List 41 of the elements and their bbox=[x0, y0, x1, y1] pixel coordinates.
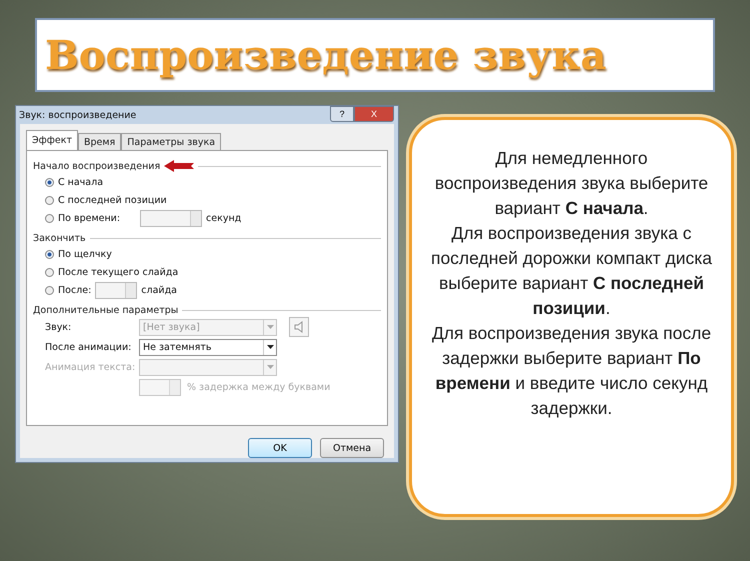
radio-button[interactable] bbox=[45, 178, 54, 186]
option-label: С последней позиции bbox=[58, 194, 167, 206]
group-label: Закончить bbox=[33, 232, 86, 244]
radio-button[interactable] bbox=[45, 286, 54, 294]
dialog-button[interactable]: Отмена bbox=[320, 438, 384, 458]
spin-field[interactable] bbox=[95, 282, 138, 298]
field-label: Анимация текста: bbox=[45, 362, 133, 372]
option-label: После: bbox=[58, 284, 92, 296]
spin-field[interactable] bbox=[140, 210, 202, 226]
dialog-button[interactable]: OK bbox=[248, 438, 312, 458]
group-label: Дополнительные параметры bbox=[33, 304, 178, 316]
slide-title: Воспроизведение звука bbox=[45, 32, 606, 78]
caret-icon bbox=[266, 325, 274, 329]
field-label: После анимации: bbox=[45, 342, 132, 352]
window-title: Звук: воспроизведение bbox=[19, 109, 136, 121]
note-paragraph: Для немедленного воспроизведения звука выберите вариант С начала. bbox=[434, 147, 710, 220]
radio-button[interactable] bbox=[45, 196, 54, 204]
radio-button[interactable] bbox=[45, 250, 54, 258]
option-label: После текущего слайда bbox=[58, 266, 178, 278]
option-label: По времени: bbox=[58, 212, 120, 224]
dropdown-field[interactable]: Не затемнять bbox=[139, 338, 277, 356]
option-label: По щелчку bbox=[58, 248, 112, 260]
field-label: Звук: bbox=[45, 322, 72, 332]
radio-button[interactable] bbox=[45, 268, 54, 276]
option-label: С начала bbox=[58, 176, 104, 188]
note-paragraph: Для воспроизведения звука после задержки выберите вариант По времени и введите число секунд задержки. bbox=[430, 322, 712, 420]
unit-label: слайда bbox=[141, 284, 177, 296]
unit-label: % задержка между буквами bbox=[187, 382, 330, 392]
tab[interactable]: Параметры звука bbox=[121, 133, 222, 151]
note-paragraph: Для воспроизведения звука с последней дорожки компакт диска выберите вариант С последней позиции. bbox=[430, 222, 714, 320]
speaker-icon bbox=[294, 321, 304, 333]
caret-icon bbox=[266, 345, 274, 349]
group-label: Начало воспроизведения bbox=[33, 160, 160, 172]
tab[interactable]: Время bbox=[78, 133, 122, 151]
unit-label: секунд bbox=[206, 212, 242, 224]
arrow-icon bbox=[164, 160, 194, 172]
radio-button[interactable] bbox=[45, 214, 54, 222]
help-button[interactable]: ? bbox=[330, 106, 354, 122]
close-button[interactable]: X bbox=[354, 106, 394, 122]
caret-icon bbox=[266, 365, 274, 369]
tab[interactable]: Эффект bbox=[26, 130, 78, 151]
